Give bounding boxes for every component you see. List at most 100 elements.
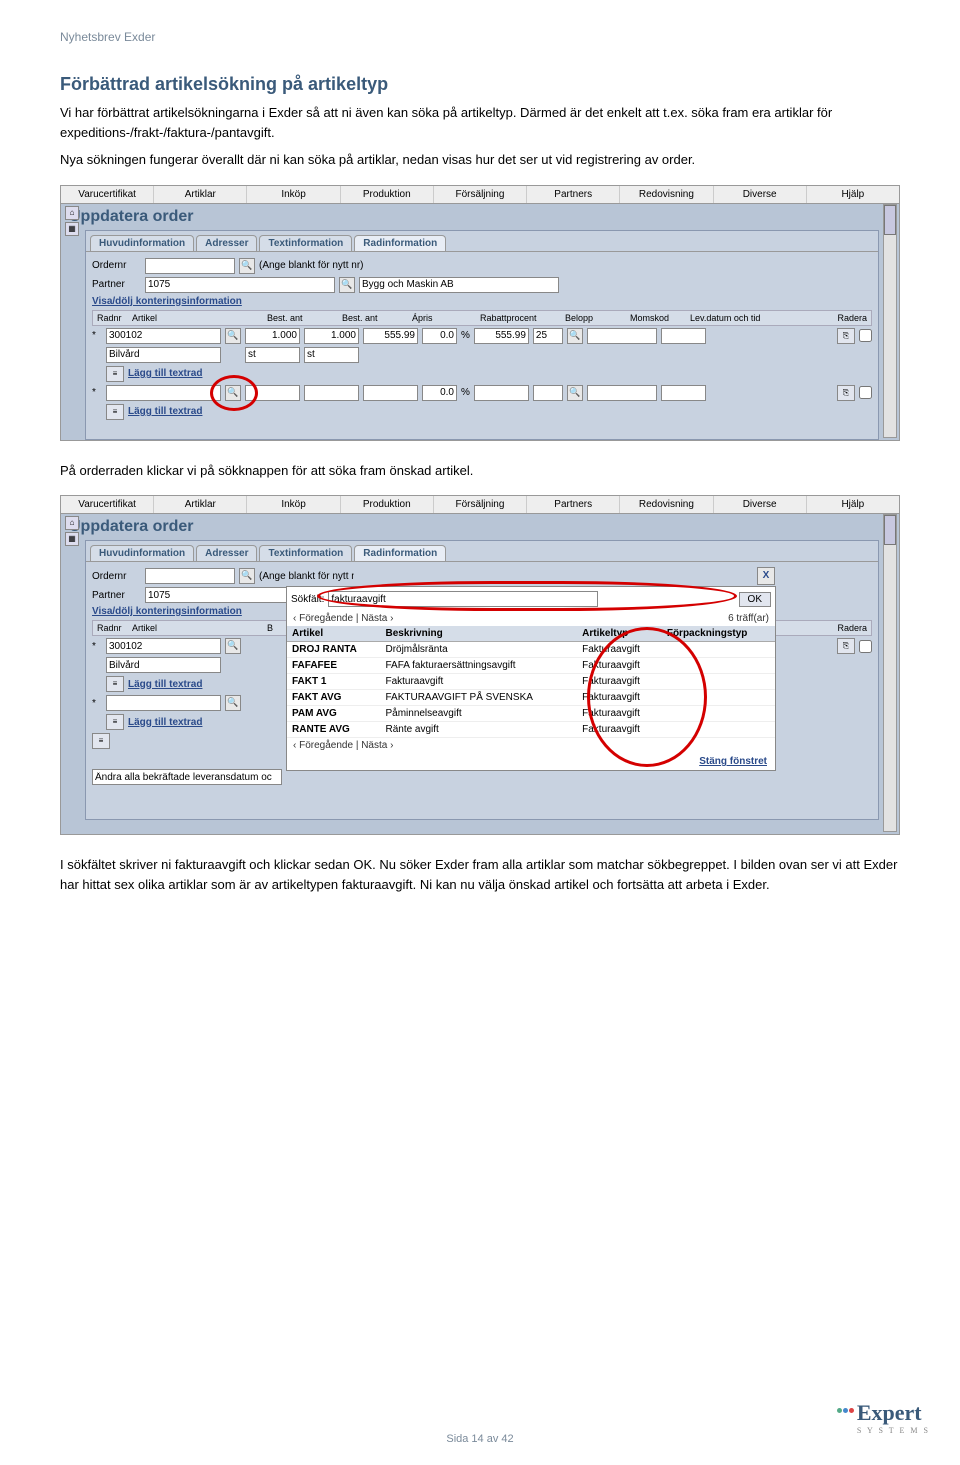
tab-adresser[interactable]: Adresser: [196, 545, 257, 561]
momskod-input[interactable]: [533, 328, 563, 344]
grid-icon[interactable]: ▦: [65, 222, 79, 236]
add-text-icon[interactable]: ≡: [106, 366, 124, 382]
tab-huvudinformation[interactable]: Huvudinformation: [90, 235, 194, 251]
tab-radinformation[interactable]: Radinformation: [354, 235, 446, 251]
apris-input[interactable]: [363, 385, 418, 401]
grid-icon[interactable]: ▦: [65, 532, 79, 546]
toggle-kontering-link[interactable]: Visa/dölj konteringsinformation: [92, 606, 242, 617]
pagination-prev-next[interactable]: ‹ Föregående | Nästa ›: [293, 613, 393, 624]
menu-item[interactable]: Diverse: [714, 496, 807, 513]
menu-item[interactable]: Inköp: [247, 496, 340, 513]
partner-input[interactable]: [145, 277, 335, 293]
col-artikeltyp: Artikeltyp: [577, 626, 662, 642]
lev-date-input[interactable]: [587, 328, 657, 344]
table-row[interactable]: FAFAFEEFAFA fakturaersättningsavgiftFakt…: [287, 658, 775, 674]
menu-item[interactable]: Försäljning: [434, 496, 527, 513]
menu-item[interactable]: Partners: [527, 496, 620, 513]
belopp-input[interactable]: [474, 385, 529, 401]
menu-item[interactable]: Produktion: [341, 186, 434, 203]
article-input[interactable]: [106, 385, 221, 401]
menu-item[interactable]: Artiklar: [154, 186, 247, 203]
copy-button[interactable]: ⎘: [837, 328, 855, 344]
toggle-kontering-link[interactable]: Visa/dölj konteringsinformation: [92, 296, 242, 307]
best-ant-input[interactable]: [245, 385, 300, 401]
add-textrow-link[interactable]: Lägg till textrad: [128, 406, 202, 417]
menu-item[interactable]: Redovisning: [620, 186, 713, 203]
unit2-input[interactable]: [304, 347, 359, 363]
lev-time-input[interactable]: [661, 328, 706, 344]
menu-item[interactable]: Hjälp: [807, 496, 899, 513]
search-icon[interactable]: 🔍: [339, 277, 355, 293]
ordernr-input[interactable]: [145, 258, 235, 274]
home-icon[interactable]: ⌂: [65, 206, 79, 220]
article-input[interactable]: [106, 328, 221, 344]
scrollbar[interactable]: [883, 514, 897, 832]
tab-textinformation[interactable]: Textinformation: [259, 545, 352, 561]
copy-button[interactable]: ⎘: [837, 385, 855, 401]
search-icon[interactable]: 🔍: [567, 328, 583, 344]
radera-checkbox[interactable]: [859, 386, 872, 399]
menu-item[interactable]: Hjälp: [807, 186, 899, 203]
tab-radinformation[interactable]: Radinformation: [354, 545, 446, 561]
add-text-icon[interactable]: ≡: [106, 714, 124, 730]
tab-textinformation[interactable]: Textinformation: [259, 235, 352, 251]
add-text-icon[interactable]: ≡: [106, 676, 124, 692]
article-input[interactable]: [106, 695, 221, 711]
momskod-input[interactable]: [533, 385, 563, 401]
best-ant2-input[interactable]: [304, 385, 359, 401]
table-row[interactable]: RANTE AVGRänte avgiftFakturaavgift: [287, 722, 775, 738]
lev-time-input[interactable]: [661, 385, 706, 401]
article-input[interactable]: [106, 638, 221, 654]
search-icon[interactable]: 🔍: [225, 328, 241, 344]
search-icon[interactable]: 🔍: [567, 385, 583, 401]
add-text-icon[interactable]: ≡: [92, 733, 110, 749]
close-window-link[interactable]: Stäng fönstret: [287, 753, 775, 770]
menu-item[interactable]: Inköp: [247, 186, 340, 203]
pagination-prev-next[interactable]: ‹ Föregående | Nästa ›: [293, 740, 393, 751]
table-row[interactable]: FAKT AVGFAKTURAAVGIFT PÅ SVENSKAFakturaa…: [287, 690, 775, 706]
menu-item[interactable]: Partners: [527, 186, 620, 203]
rabatt-input[interactable]: [422, 385, 457, 401]
apris-input[interactable]: [363, 328, 418, 344]
search-icon[interactable]: 🔍: [225, 638, 241, 654]
radera-checkbox[interactable]: [859, 329, 872, 342]
table-row[interactable]: PAM AVGPåminnelseavgiftFakturaavgift: [287, 706, 775, 722]
table-row[interactable]: DROJ RANTADröjmålsräntaFakturaavgift: [287, 642, 775, 658]
table-row[interactable]: FAKT 1FakturaavgiftFakturaavgift: [287, 674, 775, 690]
search-icon[interactable]: 🔍: [239, 258, 255, 274]
rabatt-input[interactable]: [422, 328, 457, 344]
search-icon[interactable]: 🔍: [239, 568, 255, 584]
lev-date-input[interactable]: [587, 385, 657, 401]
search-icon[interactable]: 🔍: [225, 385, 241, 401]
article-name-input[interactable]: [106, 657, 221, 673]
menu-item[interactable]: Försäljning: [434, 186, 527, 203]
menu-item[interactable]: Redovisning: [620, 496, 713, 513]
add-text-icon[interactable]: ≡: [106, 404, 124, 420]
add-textrow-link[interactable]: Lägg till textrad: [128, 717, 202, 728]
article-name-input[interactable]: [106, 347, 221, 363]
menu-item[interactable]: Varucertifikat: [61, 186, 154, 203]
search-icon[interactable]: 🔍: [225, 695, 241, 711]
copy-button[interactable]: ⎘: [837, 638, 855, 654]
add-textrow-link[interactable]: Lägg till textrad: [128, 368, 202, 379]
scrollbar[interactable]: [883, 204, 897, 438]
ordernr-input[interactable]: [145, 568, 235, 584]
best-ant-input[interactable]: [245, 328, 300, 344]
menu-item[interactable]: Artiklar: [154, 496, 247, 513]
tab-huvudinformation[interactable]: Huvudinformation: [90, 545, 194, 561]
add-textrow-link[interactable]: Lägg till textrad: [128, 679, 202, 690]
best-ant2-input[interactable]: [304, 328, 359, 344]
menu-item[interactable]: Produktion: [341, 496, 434, 513]
partner-name-input[interactable]: [359, 277, 559, 293]
search-input[interactable]: [328, 591, 598, 607]
close-icon[interactable]: X: [757, 567, 775, 585]
radera-checkbox[interactable]: [859, 640, 872, 653]
lev-date-batch-input[interactable]: [92, 769, 282, 785]
belopp-input[interactable]: [474, 328, 529, 344]
tab-adresser[interactable]: Adresser: [196, 235, 257, 251]
menu-item[interactable]: Diverse: [714, 186, 807, 203]
home-icon[interactable]: ⌂: [65, 516, 79, 530]
unit-input[interactable]: [245, 347, 300, 363]
ok-button[interactable]: OK: [739, 592, 771, 607]
menu-item[interactable]: Varucertifikat: [61, 496, 154, 513]
